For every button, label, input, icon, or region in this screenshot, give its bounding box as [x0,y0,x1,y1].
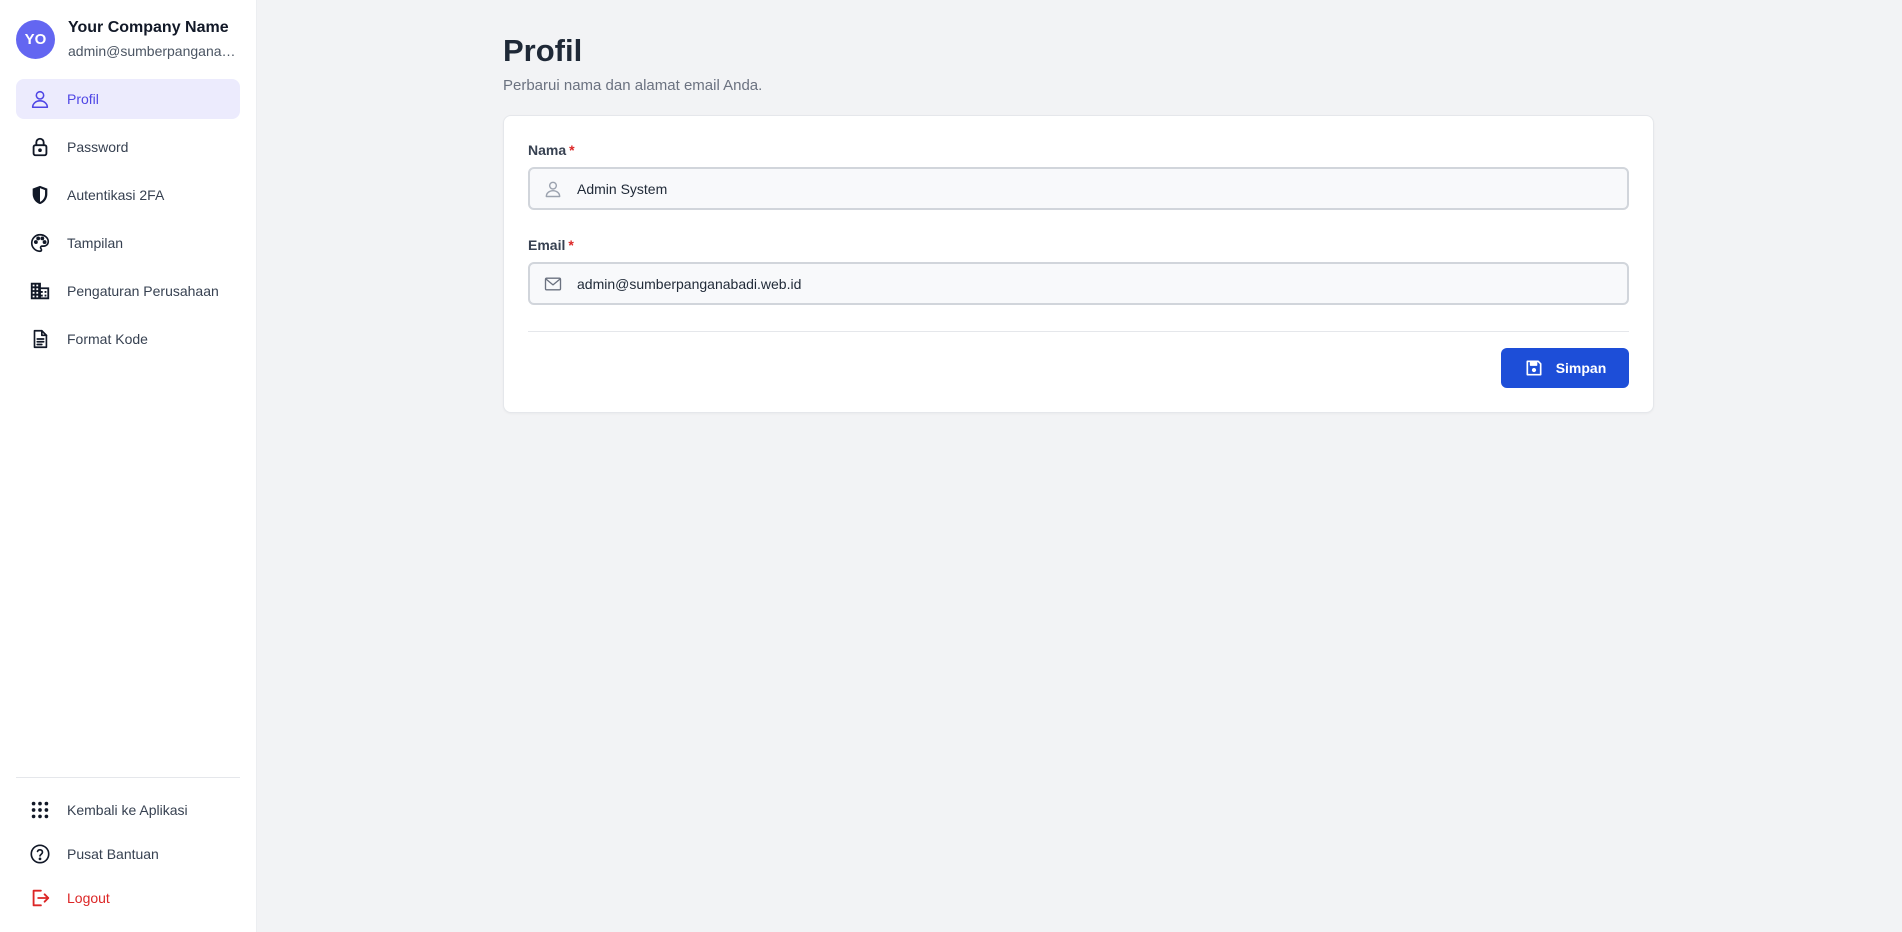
name-label: Nama * [528,142,575,158]
sidebar-item-label: Profil [67,91,99,107]
sidebar-item-password[interactable]: Password [16,127,240,167]
sidebar-divider [16,777,240,778]
profile-section: Profil Perbarui nama dan alamat email An… [503,32,1654,413]
account-info: Your Company Name admin@sumberpanganabad… [68,18,239,60]
required-mark: * [568,237,574,253]
sidebar-item-label: Format Kode [67,331,148,347]
save-button[interactable]: Simpan [1501,348,1629,388]
app-root: YO Your Company Name admin@sumberpangana… [0,0,1902,932]
palette-icon [29,232,51,254]
sidebar-item-tampilan[interactable]: Tampilan [16,223,240,263]
help-circle-icon [29,843,51,865]
required-mark: * [569,142,575,158]
form-actions: Simpan [528,332,1629,388]
sidebar-item-label: Kembali ke Aplikasi [67,802,188,818]
sidebar-item-pengaturan-perusahaan[interactable]: Pengaturan Perusahaan [16,271,240,311]
grid-icon [29,799,51,821]
save-icon [1524,358,1544,378]
sidebar-item-label: Logout [67,890,110,906]
shield-icon [29,184,51,206]
user-icon [543,179,563,199]
email-label: Email * [528,237,574,253]
page-title: Profil [503,33,583,68]
sidebar-item-label: Tampilan [67,235,124,251]
document-icon [29,328,51,350]
settings-nav: Profil Password Autentikasi 2FA Tampilan [16,79,240,359]
building-icon [29,280,51,302]
sidebar-item-label: Pusat Bantuan [67,846,159,862]
account-header: YO Your Company Name admin@sumberpangana… [16,18,240,60]
company-name: Your Company Name [68,19,229,36]
logout-button[interactable]: Logout [16,878,240,918]
email-input[interactable] [577,275,1614,292]
logout-icon [29,887,51,909]
lock-icon [29,136,51,158]
email-field-group: Email * [528,236,1629,305]
avatar[interactable]: YO [16,19,55,59]
sidebar-footer-nav: Kembali ke Aplikasi Pusat Bantuan Logout [16,790,240,918]
mail-icon [543,274,563,294]
name-field-group: Nama * [528,141,1629,210]
sidebar-item-label: Password [67,139,129,155]
save-button-label: Simpan [1555,360,1607,376]
user-icon [29,88,51,110]
back-to-app-link[interactable]: Kembali ke Aplikasi [16,790,240,830]
sidebar: YO Your Company Name admin@sumberpangana… [0,0,257,932]
name-input-wrapper[interactable] [528,167,1629,210]
sidebar-item-label: Autentikasi 2FA [67,187,165,203]
sidebar-item-profil[interactable]: Profil [16,79,240,119]
sidebar-item-2fa[interactable]: Autentikasi 2FA [16,175,240,215]
profile-form-card: Nama* Email* [503,115,1654,413]
email-input-wrapper[interactable] [528,262,1629,305]
help-center-link[interactable]: Pusat Bantuan [16,834,240,874]
name-input[interactable] [577,180,1614,197]
main-content: Profil Perbarui nama dan alamat email An… [257,0,1902,932]
account-email: admin@sumberpanganabadi.web.id [68,43,239,59]
sidebar-item-format-kode[interactable]: Format Kode [16,319,240,359]
page-subtitle: Perbarui nama dan alamat email Anda. [503,77,763,94]
sidebar-item-label: Pengaturan Perusahaan [67,283,219,299]
